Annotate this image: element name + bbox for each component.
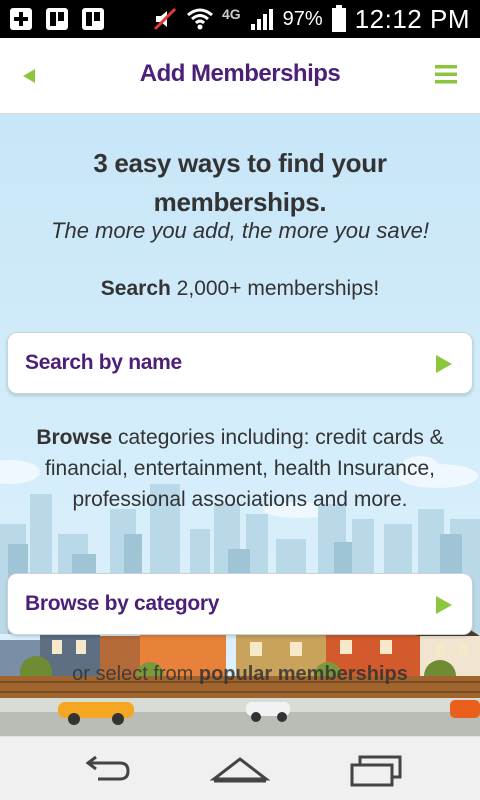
status-bar: 4G 97% 12:12 PM bbox=[0, 0, 480, 38]
system-nav-bar bbox=[0, 736, 480, 800]
hamburger-menu-icon[interactable] bbox=[432, 60, 462, 90]
search-by-name-button[interactable]: Search by name bbox=[7, 332, 473, 394]
browse-by-category-label: Browse by category bbox=[25, 592, 220, 615]
chevron-right-icon bbox=[436, 355, 452, 373]
chevron-right-icon bbox=[436, 596, 452, 614]
popular-intro-text: or select from bbox=[72, 663, 199, 685]
battery-percent: 97% bbox=[282, 7, 323, 30]
popular-memberships-link[interactable]: or select from popular memberships bbox=[0, 663, 480, 686]
popular-memberships-bold: popular memberships bbox=[198, 663, 408, 685]
search-intro-text: 2,000+ memberships! bbox=[170, 277, 380, 300]
clock: 12:12 PM bbox=[354, 3, 470, 34]
battery-icon bbox=[331, 5, 346, 32]
mute-icon bbox=[153, 7, 177, 31]
search-intro-bold: Search bbox=[100, 277, 171, 300]
signal-icon bbox=[250, 9, 273, 30]
main-content: 3 easy ways to find your memberships. Th… bbox=[0, 114, 480, 736]
recent-apps-icon[interactable] bbox=[346, 753, 406, 787]
system-icons: 4G 97% 12:12 PM bbox=[152, 0, 470, 38]
network-type: 4G bbox=[221, 6, 241, 22]
trello-icon bbox=[82, 8, 104, 30]
search-intro: Search 2,000+ memberships! bbox=[10, 277, 470, 301]
page-title: Add Memberships bbox=[139, 60, 341, 87]
back-nav-icon[interactable] bbox=[76, 753, 136, 787]
app-header: Add Memberships bbox=[0, 38, 480, 114]
notification-icons bbox=[8, 6, 106, 32]
browse-description: Browse categories including: credit card… bbox=[24, 422, 456, 515]
browse-by-category-button[interactable]: Browse by category bbox=[7, 573, 473, 635]
add-widget-icon bbox=[10, 8, 32, 30]
subheadline: The more you add, the more you save! bbox=[51, 218, 429, 243]
trello-icon bbox=[46, 8, 68, 30]
home-nav-icon[interactable] bbox=[210, 753, 270, 787]
browse-intro-bold: Browse bbox=[36, 426, 113, 449]
headline: 3 easy ways to find your memberships. bbox=[93, 148, 387, 217]
wifi-icon bbox=[187, 8, 213, 30]
search-by-name-label: Search by name bbox=[25, 351, 182, 374]
